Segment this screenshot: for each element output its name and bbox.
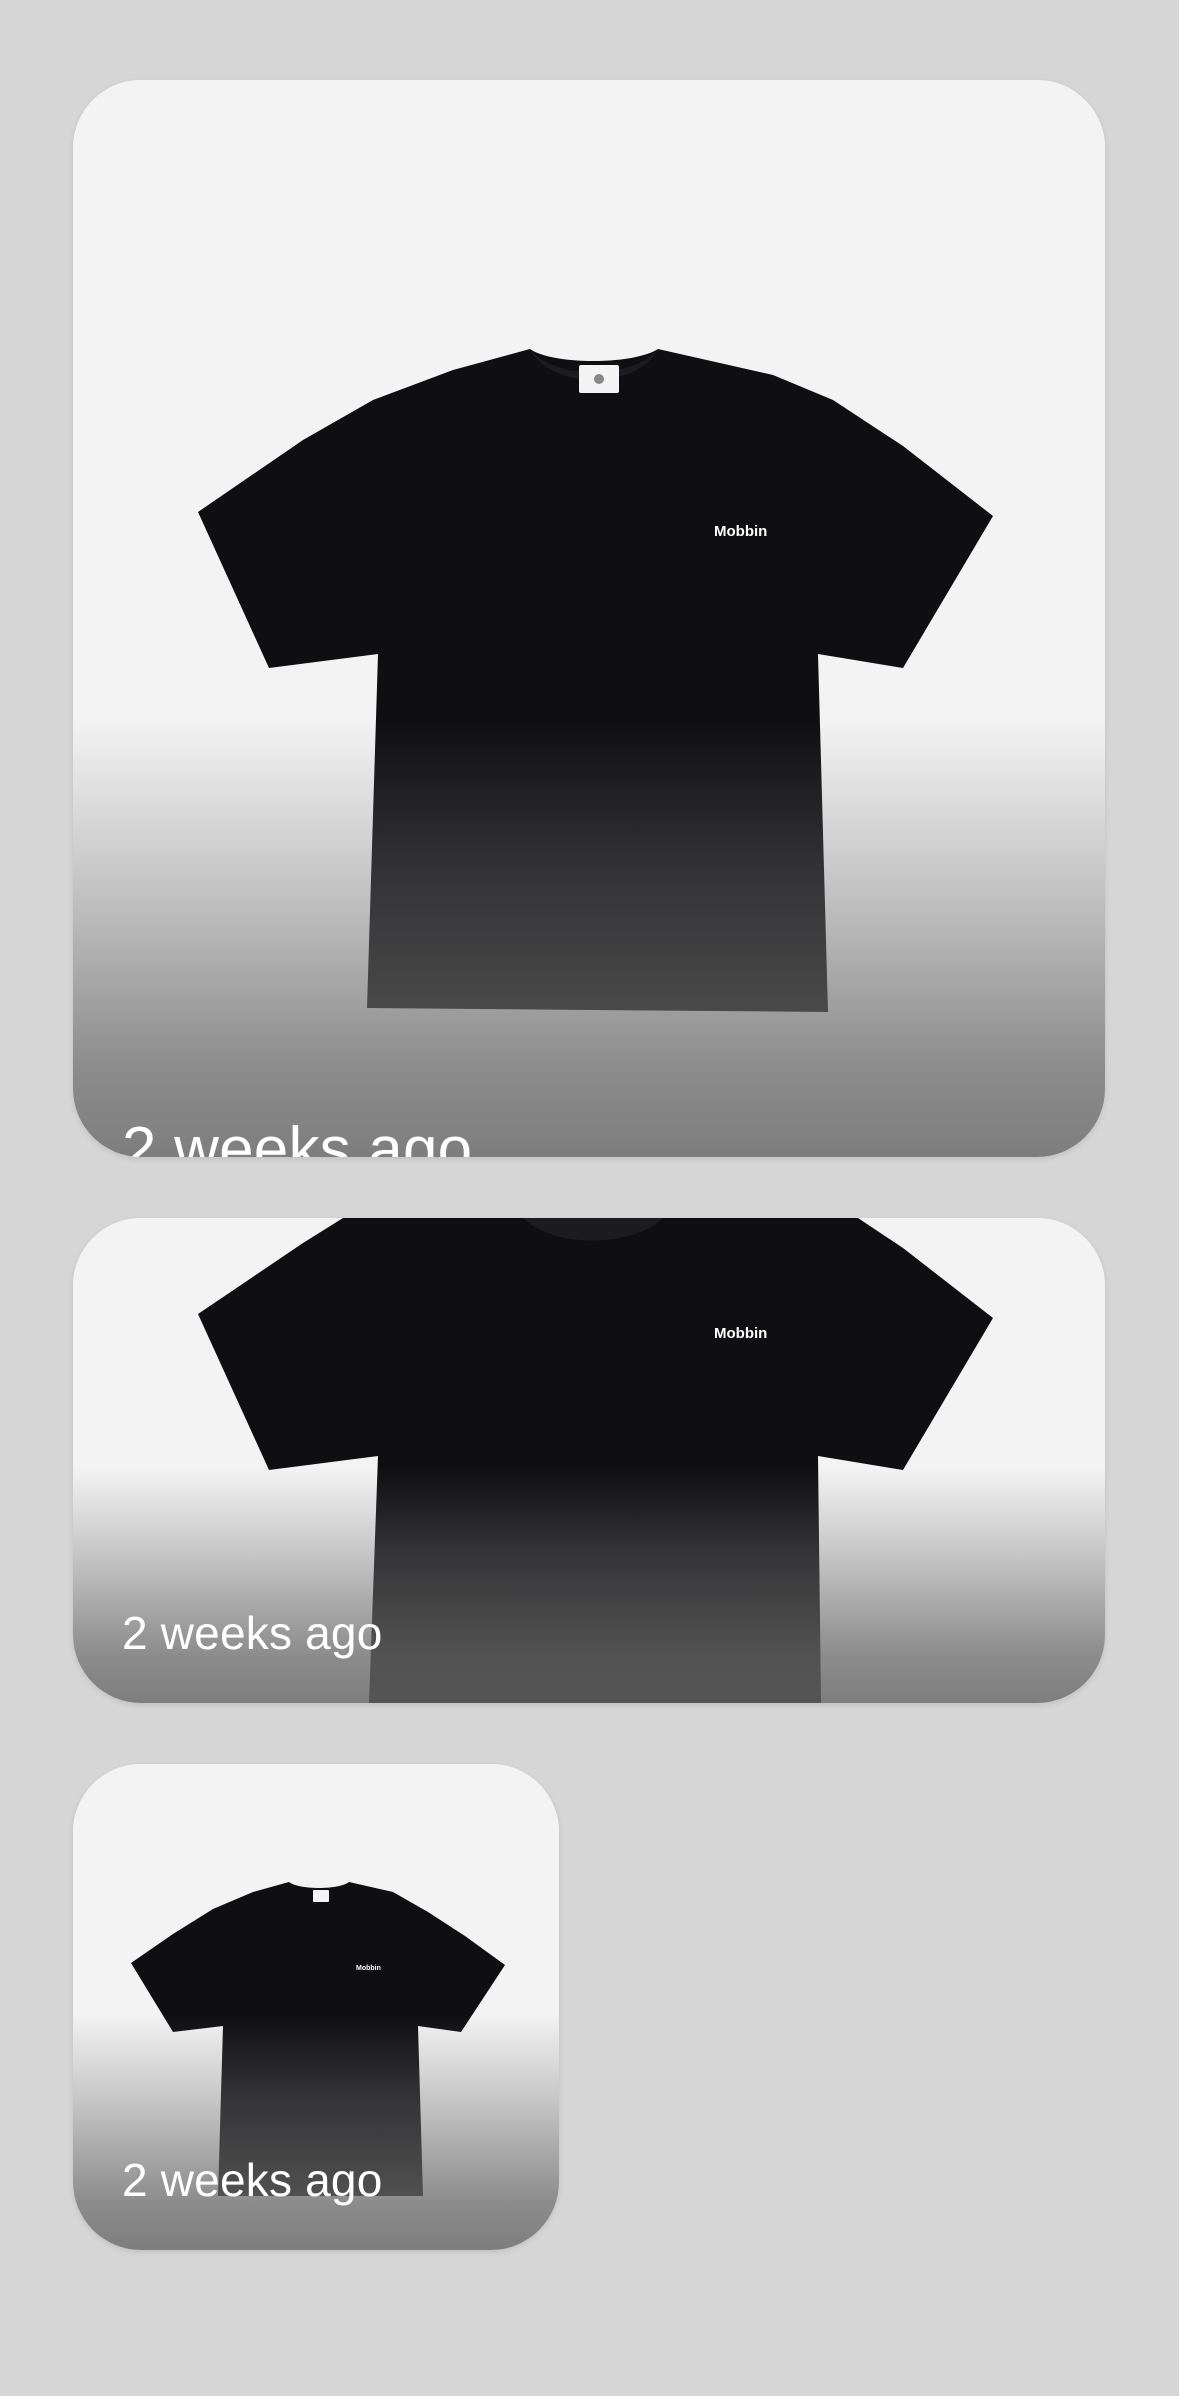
photo-card[interactable]: Mobbin 2 weeks ago xyxy=(73,1764,559,2250)
timestamp-label: 2 weeks ago xyxy=(122,1607,383,1659)
timestamp-label: 2 weeks ago xyxy=(122,2154,383,2206)
gallery-screen: Mobbin 2 weeks ago Mobbin 2 weeks ago Mo… xyxy=(0,0,1179,2396)
brand-print: Mobbin xyxy=(714,523,767,540)
brand-print: Mobbin xyxy=(356,1965,381,1972)
timestamp-label: 2 weeks ago xyxy=(122,1115,473,1157)
photo-card[interactable]: Mobbin 2 weeks ago xyxy=(73,80,1105,1157)
photo-card[interactable]: Mobbin 2 weeks ago xyxy=(73,1218,1105,1703)
brand-print: Mobbin xyxy=(714,1325,767,1342)
neck-label xyxy=(313,1890,329,1902)
tshirt-photo: Mobbin xyxy=(73,80,1105,1157)
